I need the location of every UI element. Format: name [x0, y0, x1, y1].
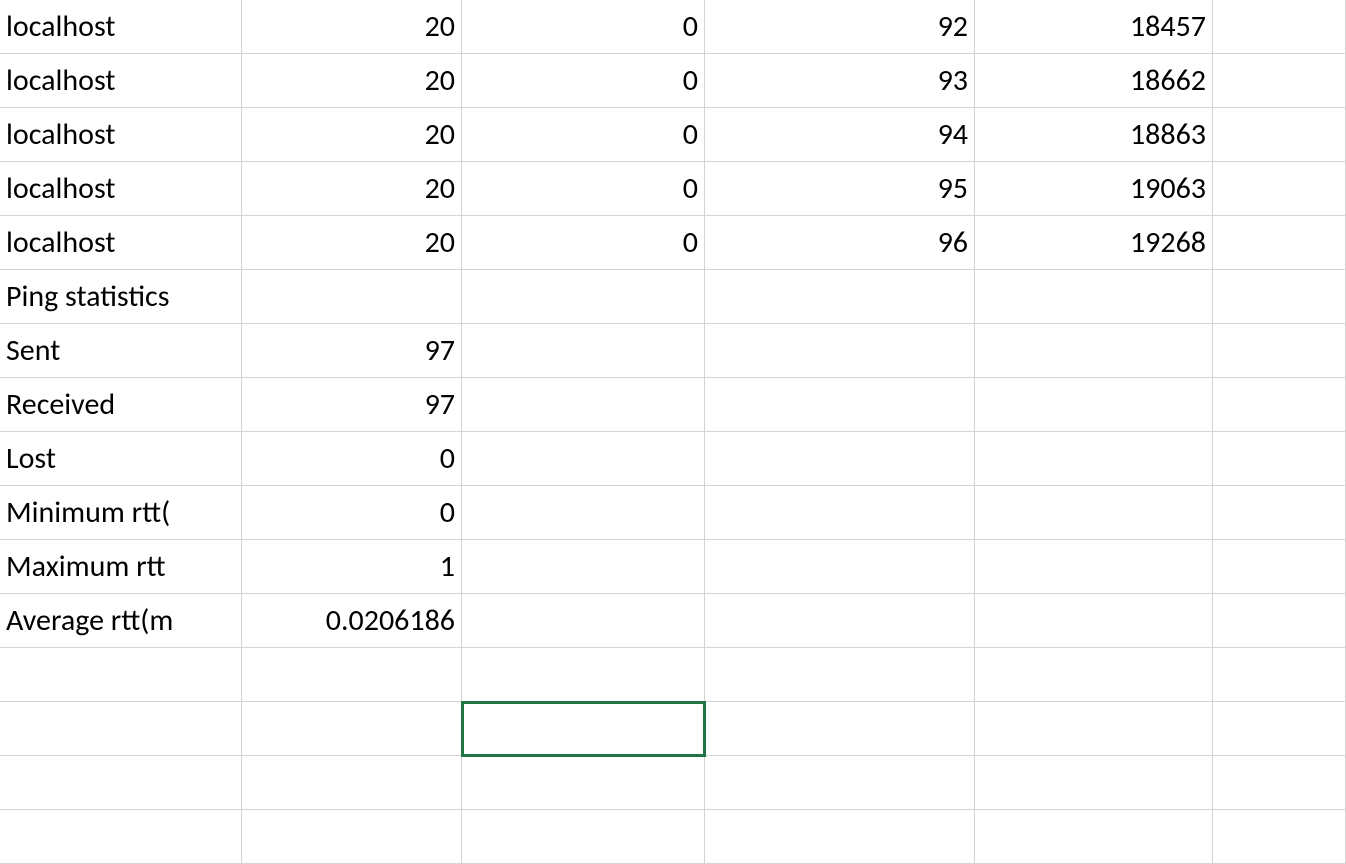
cell-d13[interactable]: [705, 648, 975, 702]
cell-c9[interactable]: [462, 432, 705, 486]
cell-a8[interactable]: Received: [0, 378, 242, 432]
cell-d2[interactable]: 93: [705, 54, 975, 108]
cell-a15[interactable]: [0, 756, 242, 810]
cell-b14[interactable]: [242, 702, 462, 756]
cell-d7[interactable]: [705, 324, 975, 378]
cell-b2[interactable]: 20: [242, 54, 462, 108]
cell-f12[interactable]: [1213, 594, 1346, 648]
cell-b7[interactable]: 97: [242, 324, 462, 378]
cell-d16[interactable]: [705, 810, 975, 864]
cell-a7[interactable]: Sent: [0, 324, 242, 378]
cell-f1[interactable]: [1213, 0, 1346, 54]
cell-e1[interactable]: 18457: [975, 0, 1213, 54]
cell-c4[interactable]: 0: [462, 162, 705, 216]
cell-a9[interactable]: Lost: [0, 432, 242, 486]
cell-a3[interactable]: localhost: [0, 108, 242, 162]
cell-e10[interactable]: [975, 486, 1213, 540]
cell-c3[interactable]: 0: [462, 108, 705, 162]
spreadsheet-grid[interactable]: localhost 20 0 92 18457 localhost 20 0 9…: [0, 0, 1346, 864]
cell-a16[interactable]: [0, 810, 242, 864]
cell-d10[interactable]: [705, 486, 975, 540]
cell-c11[interactable]: [462, 540, 705, 594]
cell-a5[interactable]: localhost: [0, 216, 242, 270]
cell-c10[interactable]: [462, 486, 705, 540]
cell-a14[interactable]: [0, 702, 242, 756]
cell-f4[interactable]: [1213, 162, 1346, 216]
cell-d8[interactable]: [705, 378, 975, 432]
cell-e13[interactable]: [975, 648, 1213, 702]
cell-a10[interactable]: Minimum rtt(: [0, 486, 242, 540]
cell-d12[interactable]: [705, 594, 975, 648]
cell-b11[interactable]: 1: [242, 540, 462, 594]
cell-c5[interactable]: 0: [462, 216, 705, 270]
cell-f7[interactable]: [1213, 324, 1346, 378]
cell-a6[interactable]: Ping statistics: [0, 270, 242, 324]
cell-d14[interactable]: [705, 702, 975, 756]
cell-f10[interactable]: [1213, 486, 1346, 540]
cell-a12[interactable]: Average rtt(m: [0, 594, 242, 648]
cell-c14-selected[interactable]: [462, 702, 705, 756]
cell-b12[interactable]: 0.0206186: [242, 594, 462, 648]
cell-d3[interactable]: 94: [705, 108, 975, 162]
cell-c2[interactable]: 0: [462, 54, 705, 108]
cell-d15[interactable]: [705, 756, 975, 810]
cell-a2[interactable]: localhost: [0, 54, 242, 108]
cell-f14[interactable]: [1213, 702, 1346, 756]
cell-f2[interactable]: [1213, 54, 1346, 108]
cell-b3[interactable]: 20: [242, 108, 462, 162]
cell-e5[interactable]: 19268: [975, 216, 1213, 270]
cell-e6[interactable]: [975, 270, 1213, 324]
cell-a1[interactable]: localhost: [0, 0, 242, 54]
cell-c16[interactable]: [462, 810, 705, 864]
cell-e15[interactable]: [975, 756, 1213, 810]
cell-c7[interactable]: [462, 324, 705, 378]
cell-b4[interactable]: 20: [242, 162, 462, 216]
cell-c13[interactable]: [462, 648, 705, 702]
cell-f5[interactable]: [1213, 216, 1346, 270]
cell-f6[interactable]: [1213, 270, 1346, 324]
cell-d9[interactable]: [705, 432, 975, 486]
cell-b13[interactable]: [242, 648, 462, 702]
cell-e8[interactable]: [975, 378, 1213, 432]
cell-b15[interactable]: [242, 756, 462, 810]
cell-c15[interactable]: [462, 756, 705, 810]
cell-e12[interactable]: [975, 594, 1213, 648]
cell-c6[interactable]: [462, 270, 705, 324]
cell-f9[interactable]: [1213, 432, 1346, 486]
cell-e2[interactable]: 18662: [975, 54, 1213, 108]
cell-b10[interactable]: 0: [242, 486, 462, 540]
cell-f16[interactable]: [1213, 810, 1346, 864]
cell-f3[interactable]: [1213, 108, 1346, 162]
cell-e9[interactable]: [975, 432, 1213, 486]
cell-b16[interactable]: [242, 810, 462, 864]
cell-e4[interactable]: 19063: [975, 162, 1213, 216]
cell-e11[interactable]: [975, 540, 1213, 594]
cell-b6[interactable]: [242, 270, 462, 324]
cell-b5[interactable]: 20: [242, 216, 462, 270]
cell-a4[interactable]: localhost: [0, 162, 242, 216]
cell-f8[interactable]: [1213, 378, 1346, 432]
cell-d1[interactable]: 92: [705, 0, 975, 54]
cell-e16[interactable]: [975, 810, 1213, 864]
cell-e7[interactable]: [975, 324, 1213, 378]
cell-e14[interactable]: [975, 702, 1213, 756]
cell-b9[interactable]: 0: [242, 432, 462, 486]
cell-c1[interactable]: 0: [462, 0, 705, 54]
cell-d11[interactable]: [705, 540, 975, 594]
cell-f15[interactable]: [1213, 756, 1346, 810]
cell-d5[interactable]: 96: [705, 216, 975, 270]
cell-d6[interactable]: [705, 270, 975, 324]
cell-a13[interactable]: [0, 648, 242, 702]
cell-b1[interactable]: 20: [242, 0, 462, 54]
cell-f11[interactable]: [1213, 540, 1346, 594]
cell-d4[interactable]: 95: [705, 162, 975, 216]
cell-f13[interactable]: [1213, 648, 1346, 702]
cell-b8[interactable]: 97: [242, 378, 462, 432]
cell-c8[interactable]: [462, 378, 705, 432]
cell-e3[interactable]: 18863: [975, 108, 1213, 162]
cell-c12[interactable]: [462, 594, 705, 648]
cell-a11[interactable]: Maximum rtt: [0, 540, 242, 594]
